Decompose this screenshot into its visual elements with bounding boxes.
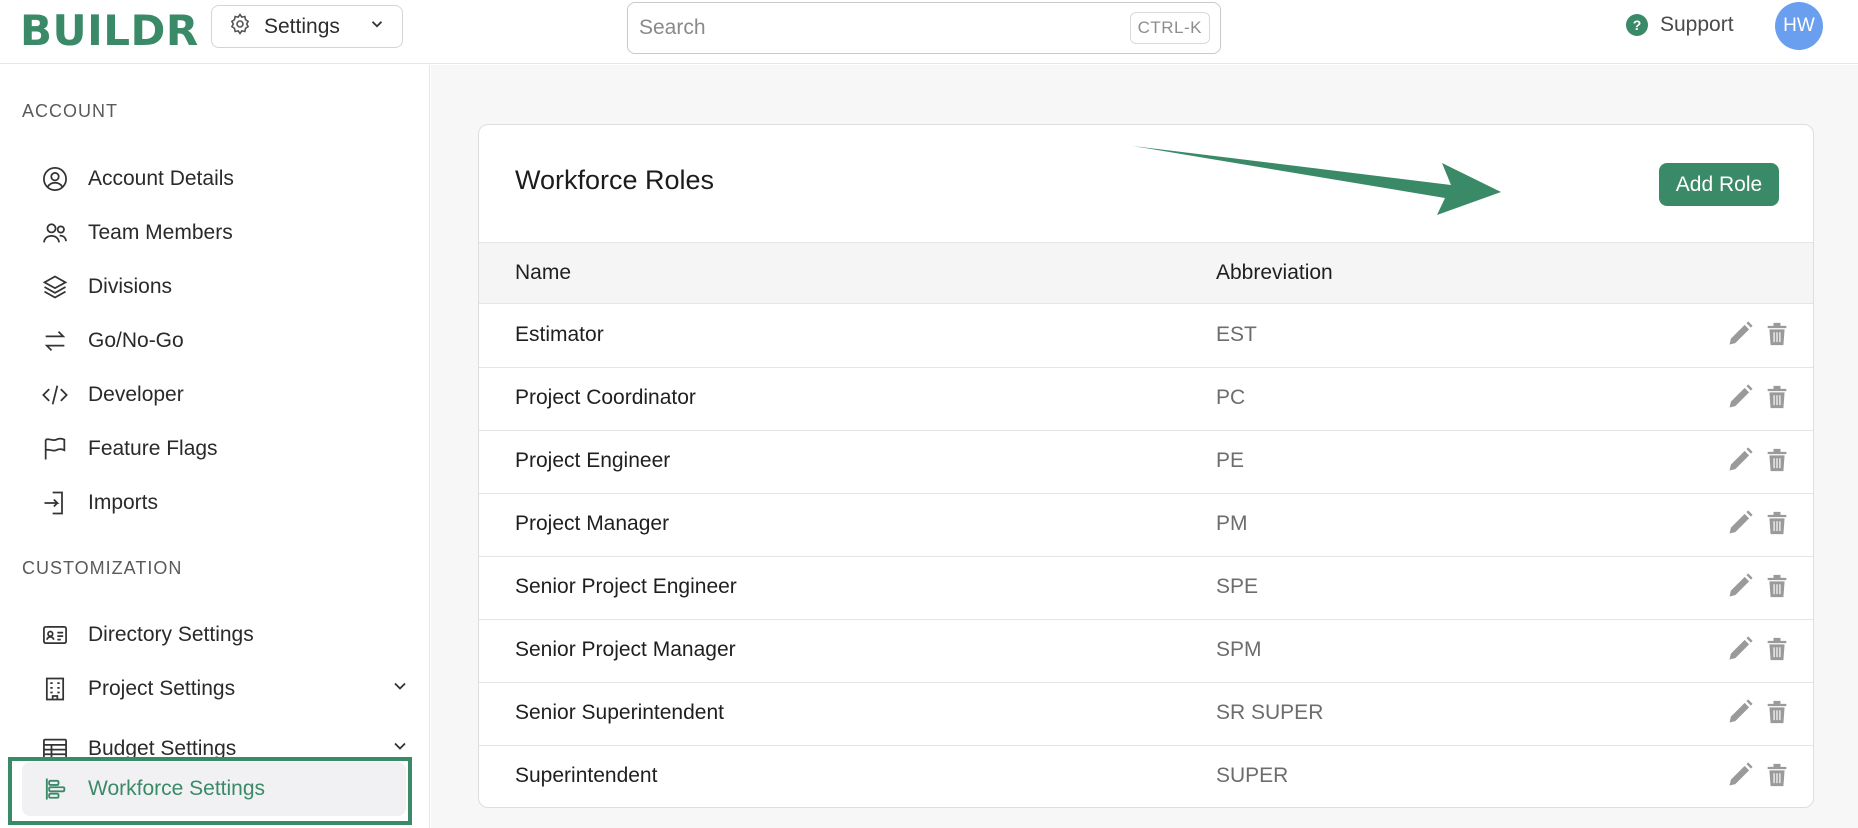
sidebar-item-label: Go/No-Go (88, 329, 184, 352)
trash-icon[interactable] (1761, 381, 1793, 413)
trash-icon[interactable] (1761, 318, 1793, 350)
page-title: Workforce Roles (515, 165, 715, 195)
role-abbreviation: PC (1216, 386, 1246, 409)
role-abbreviation: SPM (1216, 638, 1262, 661)
role-abbreviation: EST (1216, 323, 1257, 346)
role-name: Superintendent (515, 764, 658, 787)
sidebar-item-label: Divisions (88, 275, 173, 298)
building-icon (40, 674, 70, 704)
role-name: Senior Project Manager (515, 638, 736, 661)
trash-icon[interactable] (1761, 633, 1793, 665)
trash-icon[interactable] (1761, 696, 1793, 728)
role-name: Project Coordinator (515, 386, 696, 409)
trash-icon[interactable] (1761, 507, 1793, 539)
active-item-highlight (8, 757, 412, 825)
pencil-icon[interactable] (1724, 570, 1756, 602)
table-header: Name Abbreviation (479, 242, 1813, 304)
pencil-icon[interactable] (1724, 318, 1756, 350)
sidebar-item-directory-settings[interactable]: Directory Settings (40, 615, 410, 655)
role-name: Project Engineer (515, 449, 671, 472)
table-row: Superintendent SUPER (479, 746, 1813, 807)
arrows-right-left-icon (40, 326, 70, 356)
role-name: Project Manager (515, 512, 670, 535)
sidebar-item-label: Directory Settings (88, 623, 254, 646)
sidebar-item-label: Account Details (88, 167, 234, 190)
role-name: Senior Project Engineer (515, 575, 737, 598)
sidebar-item-developer[interactable]: Developer (40, 375, 410, 415)
table-row: Project Manager PM (479, 494, 1813, 557)
avatar[interactable]: HW (1775, 2, 1823, 50)
role-abbreviation: PE (1216, 449, 1245, 472)
workforce-roles-card: Workforce Roles Add Role Name Abbreviati… (478, 124, 1814, 808)
role-name: Senior Superintendent (515, 701, 724, 724)
chevron-down-icon (368, 15, 386, 39)
table-row: Project Coordinator PC (479, 368, 1813, 431)
pencil-icon[interactable] (1724, 759, 1756, 791)
role-abbreviation: SUPER (1216, 764, 1289, 787)
role-abbreviation: PM (1216, 512, 1248, 535)
arrow-annotation (1133, 146, 1501, 215)
role-name: Estimator (515, 323, 604, 346)
settings-dropdown[interactable]: Settings (211, 5, 403, 48)
table-row: Project Engineer PE (479, 431, 1813, 494)
support-link[interactable]: ? Support (1626, 13, 1734, 37)
trash-icon[interactable] (1761, 570, 1793, 602)
column-header-abbreviation[interactable]: Abbreviation (1216, 261, 1333, 285)
gear-icon (228, 12, 252, 42)
role-abbreviation: SR SUPER (1216, 701, 1324, 724)
trash-icon[interactable] (1761, 759, 1793, 791)
role-abbreviation: SPE (1216, 575, 1259, 598)
id-card-icon (40, 620, 70, 650)
sidebar-item-project-settings[interactable]: Project Settings (40, 669, 410, 709)
section-label-account: ACCOUNT (22, 101, 118, 121)
sidebar-item-imports[interactable]: Imports (40, 483, 410, 523)
pencil-icon[interactable] (1724, 696, 1756, 728)
sidebar-item-label: Project Settings (88, 677, 236, 700)
user-circle-icon (40, 164, 70, 194)
column-header-name[interactable]: Name (515, 261, 571, 285)
pencil-icon[interactable] (1724, 507, 1756, 539)
sidebar-item-account-details[interactable]: Account Details (40, 159, 410, 199)
pencil-icon[interactable] (1724, 444, 1756, 476)
app-logo[interactable]: BUILDR (20, 6, 199, 55)
search-input[interactable] (639, 16, 1130, 40)
code-icon (40, 380, 70, 410)
sidebar-item-label: Team Members (88, 221, 233, 244)
import-icon (40, 488, 70, 518)
pencil-icon[interactable] (1724, 381, 1756, 413)
top-header: BUILDR Settings CTRL-K ? Support HW (0, 0, 1858, 64)
table-row: Senior Project Engineer SPE (479, 557, 1813, 620)
sidebar-item-divisions[interactable]: Divisions (40, 267, 410, 307)
search-shortcut-badge: CTRL-K (1129, 12, 1210, 44)
sidebar-item-go-no-go[interactable]: Go/No-Go (40, 321, 410, 361)
sidebar-item-feature-flags[interactable]: Feature Flags (40, 429, 410, 469)
sidebar-item-label: Feature Flags (88, 437, 218, 460)
layers-icon (40, 272, 70, 302)
search-box: CTRL-K (627, 2, 1221, 54)
question-icon: ? (1626, 14, 1648, 36)
settings-dropdown-label: Settings (264, 14, 340, 38)
sidebar-item-team-members[interactable]: Team Members (40, 213, 410, 253)
table-row: Senior Superintendent SR SUPER (479, 683, 1813, 746)
pencil-icon[interactable] (1724, 633, 1756, 665)
table-row: Senior Project Manager SPM (479, 620, 1813, 683)
section-label-customization: CUSTOMIZATION (22, 558, 183, 578)
chevron-down-icon (390, 676, 410, 702)
add-role-button[interactable]: Add Role (1659, 163, 1779, 206)
sidebar: ACCOUNT Account Details Team Members Div… (0, 65, 430, 828)
sidebar-item-label: Developer (88, 383, 184, 406)
flag-icon (40, 434, 70, 464)
users-icon (40, 218, 70, 248)
table-row: Estimator EST (479, 305, 1813, 368)
table-body: Estimator EST Project Coordinator PC Pro… (479, 305, 1813, 807)
trash-icon[interactable] (1761, 444, 1793, 476)
main-content: Workforce Roles Add Role Name Abbreviati… (431, 65, 1858, 828)
support-label: Support (1660, 13, 1734, 36)
sidebar-item-label: Imports (88, 491, 159, 514)
